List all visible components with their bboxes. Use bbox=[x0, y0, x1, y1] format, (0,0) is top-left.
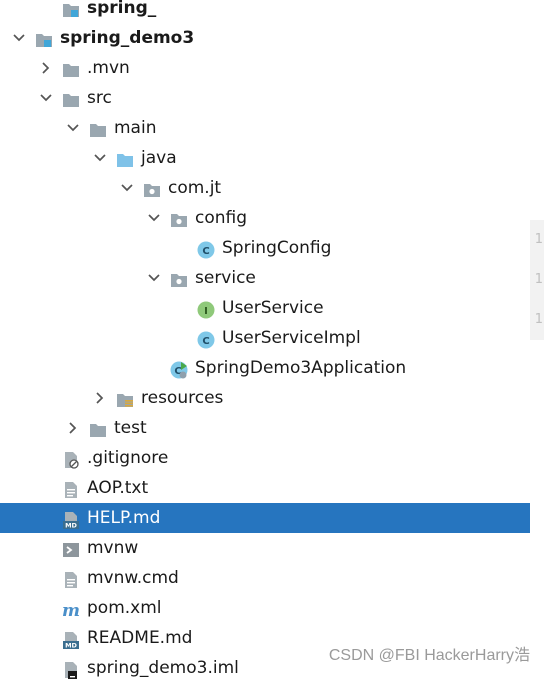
shell-file-icon bbox=[62, 539, 80, 557]
iml-file-icon bbox=[62, 659, 80, 679]
tree-item-src[interactable]: src bbox=[0, 83, 530, 113]
tree-item-mvnw-cmd[interactable]: mvnw.cmd bbox=[0, 563, 530, 593]
module-icon bbox=[35, 29, 53, 47]
svg-text:m: m bbox=[62, 601, 80, 619]
tree-item-service[interactable]: service bbox=[0, 263, 530, 293]
svg-text:MD: MD bbox=[65, 642, 77, 649]
tree-item-label: mvnw.cmd bbox=[87, 568, 179, 588]
tree-item-aop-txt[interactable]: AOP.txt bbox=[0, 473, 530, 503]
tree-item-userserviceimpl[interactable]: C UserServiceImpl bbox=[0, 323, 530, 353]
tree-item-help-md[interactable]: MD HELP.md bbox=[0, 503, 530, 533]
tree-item-spring-demo3[interactable]: spring_demo3 bbox=[0, 23, 530, 53]
gutter-mark: 1 bbox=[534, 272, 543, 287]
tree-item-java[interactable]: java bbox=[0, 143, 530, 173]
package-icon bbox=[170, 269, 188, 287]
tree-item-label: .gitignore bbox=[87, 448, 169, 468]
tree-item-main[interactable]: main bbox=[0, 113, 530, 143]
project-tree: spring_ spring_demo3 .mvn src main java com.jt… bbox=[0, 0, 530, 683]
tree-item-label: SpringDemo3Application bbox=[195, 358, 407, 378]
svg-text:C: C bbox=[202, 246, 209, 257]
tree-item-label: config bbox=[195, 208, 248, 228]
tree-item-label: spring_demo3.iml bbox=[87, 658, 239, 678]
module-icon bbox=[62, 0, 80, 17]
package-icon bbox=[143, 179, 161, 197]
tree-item-test[interactable]: test bbox=[0, 413, 530, 443]
svg-text:MD: MD bbox=[65, 522, 77, 529]
svg-text:I: I bbox=[204, 306, 208, 317]
folder-source-icon bbox=[116, 149, 134, 167]
tree-item-label: spring_ bbox=[87, 0, 157, 18]
chevron-down-icon[interactable] bbox=[66, 113, 82, 143]
gutter-mark: 1 bbox=[534, 312, 543, 327]
tree-item-pom-xml[interactable]: m pom.xml bbox=[0, 593, 530, 623]
tree-item-label: UserServiceImpl bbox=[222, 328, 361, 348]
tree-item-userservice[interactable]: I UserService bbox=[0, 293, 530, 323]
tree-item-mvn[interactable]: .mvn bbox=[0, 53, 530, 83]
maven-file-icon: m bbox=[62, 599, 80, 621]
chevron-down-icon[interactable] bbox=[147, 263, 163, 293]
folder-resources-icon bbox=[116, 389, 134, 407]
markdown-file-icon: MD bbox=[62, 629, 80, 650]
tree-item-resources[interactable]: resources bbox=[0, 383, 530, 413]
tree-item-label: HELP.md bbox=[87, 508, 161, 528]
folder-icon bbox=[62, 59, 80, 77]
gutter-mark: 1 bbox=[534, 232, 543, 247]
chevron-down-icon[interactable] bbox=[93, 143, 109, 173]
tree-item-label: pom.xml bbox=[87, 598, 162, 618]
tree-item-label: mvnw bbox=[87, 538, 139, 558]
chevron-right-icon[interactable] bbox=[66, 413, 82, 443]
tree-item-label: resources bbox=[141, 388, 224, 408]
tree-item-label: SpringConfig bbox=[222, 238, 332, 258]
tree-item-springdemo3application[interactable]: C SpringDemo3Application bbox=[0, 353, 530, 383]
editor-gutter: 1 1 1 bbox=[530, 220, 544, 340]
tree-item-mvnw[interactable]: mvnw bbox=[0, 533, 530, 563]
class-icon: C bbox=[197, 239, 215, 259]
markdown-file-icon: MD bbox=[62, 509, 80, 530]
tree-item-label: java bbox=[141, 148, 177, 168]
chevron-right-icon[interactable] bbox=[93, 383, 109, 413]
tree-item-label: spring_demo3 bbox=[60, 28, 195, 48]
tree-item-label: main bbox=[114, 118, 157, 138]
tree-item-gitignore[interactable]: .gitignore bbox=[0, 443, 530, 473]
spring-app-icon: C bbox=[170, 359, 188, 379]
tree-item-label: README.md bbox=[87, 628, 193, 648]
watermark: CSDN @FBI HackerHarry浩 bbox=[328, 647, 530, 664]
tree-item-label: .mvn bbox=[87, 58, 130, 78]
chevron-down-icon[interactable] bbox=[12, 23, 28, 53]
tree-item-label: service bbox=[195, 268, 256, 288]
folder-icon bbox=[89, 419, 107, 437]
text-file-icon bbox=[62, 479, 80, 498]
tree-item-label: com.jt bbox=[168, 178, 222, 198]
folder-icon bbox=[62, 89, 80, 107]
tree-item-label: test bbox=[114, 418, 147, 438]
chevron-right-icon[interactable] bbox=[39, 53, 55, 83]
tree-item-config[interactable]: config bbox=[0, 203, 530, 233]
tree-item-label: AOP.txt bbox=[87, 478, 149, 498]
gitignore-file-icon bbox=[62, 449, 80, 469]
chevron-down-icon[interactable] bbox=[39, 83, 55, 113]
interface-icon: I bbox=[197, 299, 215, 319]
tree-item-com-jt[interactable]: com.jt bbox=[0, 173, 530, 203]
package-icon bbox=[170, 209, 188, 227]
tree-item-label: UserService bbox=[222, 298, 324, 318]
tree-item-spring[interactable]: spring_ bbox=[0, 0, 530, 23]
tree-item-springconfig[interactable]: C SpringConfig bbox=[0, 233, 530, 263]
chevron-down-icon[interactable] bbox=[147, 203, 163, 233]
chevron-down-icon[interactable] bbox=[120, 173, 136, 203]
text-file-icon bbox=[62, 569, 80, 588]
folder-icon bbox=[89, 119, 107, 137]
class-icon: C bbox=[197, 329, 215, 349]
tree-item-label: src bbox=[87, 88, 112, 108]
svg-text:C: C bbox=[202, 336, 209, 347]
